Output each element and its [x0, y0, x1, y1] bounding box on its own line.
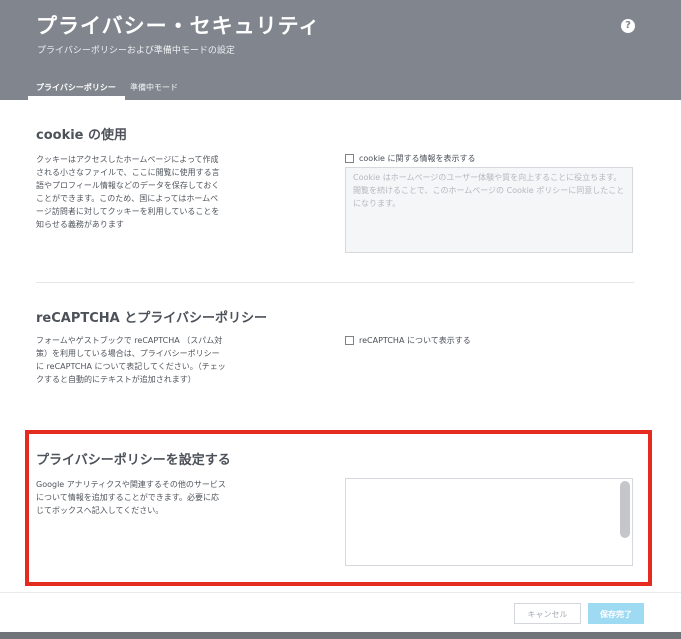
recaptcha-description: フォームやゲストブックで reCAPTCHA （スパム対策）を利用している場合は…	[36, 336, 226, 384]
privacy-policy-section-title: プライバシーポリシーを設定する	[36, 453, 231, 468]
page-subtitle: プライバシーポリシーおよび準備中モードの設定	[37, 46, 235, 56]
footer-divider	[0, 592, 681, 593]
save-button[interactable]: 保存完了	[588, 603, 644, 624]
active-tab-indicator	[28, 96, 125, 100]
page-title: プライバシー・セキュリティ	[36, 14, 321, 38]
page-header: プライバシー・セキュリティ プライバシーポリシーおよび準備中モードの設定 ? プ…	[0, 0, 681, 100]
recaptcha-section-title: reCAPTCHA とプライバシーポリシー	[36, 311, 267, 326]
cookie-textarea[interactable]: Cookie はホームページのユーザー体験や質を向上することに役立ちます。閲覧を…	[345, 167, 633, 253]
tab-maintenance-mode[interactable]: 準備中モード	[130, 82, 178, 93]
section-divider	[36, 282, 634, 283]
recaptcha-checkbox-row[interactable]: reCAPTCHA について表示する	[345, 335, 471, 346]
textarea-scrollbar[interactable]	[620, 481, 630, 538]
help-icon[interactable]: ?	[621, 19, 635, 33]
cookie-checkbox-label: cookie に関する情報を表示する	[359, 154, 476, 163]
recaptcha-checkbox-label: reCAPTCHA について表示する	[359, 336, 471, 345]
cookie-checkbox-row[interactable]: cookie に関する情報を表示する	[345, 153, 476, 164]
cookie-description: クッキーはアクセスしたホームページによって作成される小さなファイルで、ここに閲覧…	[36, 155, 220, 229]
cookie-section-title: cookie の使用	[36, 128, 128, 143]
tab-privacy-policy[interactable]: プライバシーポリシー	[36, 82, 116, 93]
recaptcha-checkbox[interactable]	[345, 336, 354, 345]
cancel-button[interactable]: キャンセル	[514, 603, 581, 624]
privacy-policy-description: Google アナリティクスや関連するその他のサービスについて情報を追加すること…	[36, 480, 226, 515]
privacy-policy-textarea[interactable]	[345, 478, 633, 566]
bottom-bar	[0, 632, 681, 639]
cookie-checkbox[interactable]	[345, 154, 354, 163]
